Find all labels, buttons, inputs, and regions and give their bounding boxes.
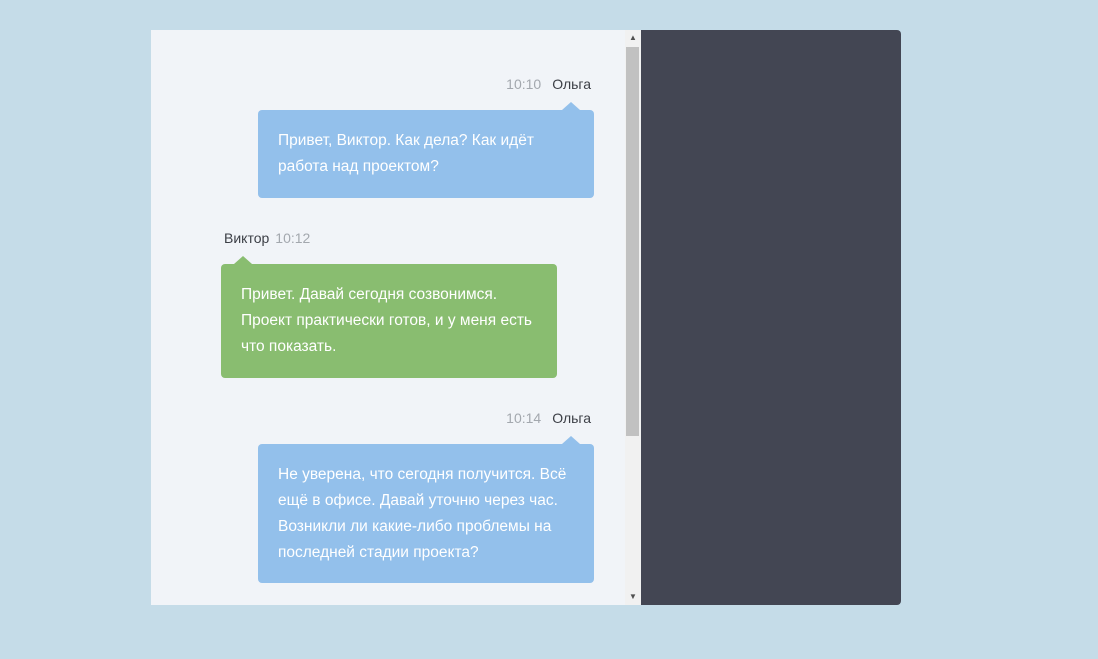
message-text-line: Привет. Давай сегодня созвонимся.: [241, 286, 498, 303]
message-meta: 10:14 Ольга: [506, 409, 591, 427]
side-panel: [641, 30, 901, 605]
message-author: Ольга: [552, 76, 591, 92]
message-text-line: работа над проектом?: [278, 158, 439, 175]
message-bubble-outgoing: Привет, Виктор. Как дела? Как идёт работ…: [258, 102, 594, 198]
message-author: Ольга: [552, 410, 591, 426]
messenger-window: 10:10 Ольга Привет, Виктор. Как дела? Как…: [151, 30, 901, 605]
message-bubble-incoming: Привет. Давай сегодня созвонимся. Проект…: [221, 256, 557, 378]
message-text-line: ещё в офисе. Давай уточню через час.: [278, 492, 558, 509]
bubble-tail: [234, 256, 252, 264]
message-time: 10:14: [506, 410, 542, 426]
message-text-line: Возникли ли какие-либо проблемы на: [278, 518, 552, 535]
message-meta: Виктор 10:12: [224, 229, 310, 247]
chat-history[interactable]: 10:10 Ольга Привет, Виктор. Как дела? Как…: [151, 30, 625, 605]
message-time: 10:12: [275, 230, 311, 246]
bubble-tail: [562, 436, 580, 444]
message-author: Виктор: [224, 230, 270, 246]
message-text-line: Не уверена, что сегодня получится. Всё: [278, 466, 567, 483]
message-text-line: что показать.: [241, 338, 337, 355]
message-time: 10:10: [506, 76, 542, 92]
scroll-down-arrow-icon[interactable]: ▼: [625, 589, 641, 605]
message-text-line: Привет, Виктор. Как дела? Как идёт: [278, 132, 534, 149]
bubble-tail: [562, 102, 580, 110]
message-text-line: Проект практически готов, и у меня есть: [241, 312, 532, 329]
scroll-up-arrow-icon[interactable]: ▲: [625, 30, 641, 46]
scrollbar-thumb[interactable]: [626, 47, 639, 436]
message-text-line: последней стадии проекта?: [278, 544, 479, 561]
chat-scrollbar[interactable]: ▲ ▼: [625, 30, 641, 605]
message-meta: 10:10 Ольга: [506, 75, 591, 93]
message-bubble-outgoing: Не уверена, что сегодня получится. Всё е…: [258, 436, 594, 583]
